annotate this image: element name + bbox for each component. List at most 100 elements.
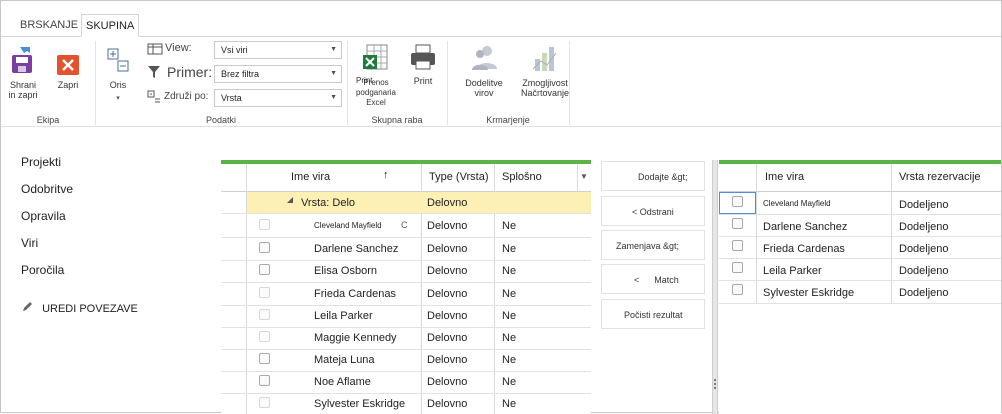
resource-type: Delovno [427,220,468,232]
row-divider [221,237,591,238]
printer-icon [411,44,435,70]
row-checkbox[interactable] [259,397,270,408]
remove-button-label: < Odstrani [632,207,674,217]
resource-general: Ne [502,243,517,255]
row-checkbox[interactable] [732,240,743,251]
row-divider [221,349,591,350]
column-header-general[interactable]: Splošno [502,171,542,183]
nav-item-projekti[interactable]: Projekti [21,155,61,169]
view-select-value: Vsi viri [221,45,248,55]
group-divider [447,41,448,125]
column-header-name[interactable]: Ime vira [291,171,330,183]
save-close-button[interactable]: Shrani in zapri [7,45,39,100]
column-header-name[interactable]: Ime vira [765,171,804,183]
clear-result-button[interactable]: Počisti rezultat [601,299,705,329]
print-button[interactable]: Print [405,43,441,86]
nav-item-odobritve[interactable]: Odobritve [21,182,73,196]
row-divider [221,282,591,283]
add-button[interactable]: Dodajte &gt; [601,161,705,191]
grid-accent-bar [719,160,1001,164]
close-label: Zapri [57,80,79,90]
excel-icon [363,44,388,70]
booking-type: Dodeljeno [899,199,949,211]
group-divider [95,41,96,125]
resource-general: Ne [502,288,517,300]
remove-button[interactable]: < Odstrani [601,196,705,226]
edit-links-link[interactable]: UREDI POVEZAVE [21,301,138,315]
row-checkbox[interactable] [259,375,270,386]
row-checkbox[interactable] [259,242,270,253]
close-button[interactable]: Zapri [53,45,83,90]
filter-select-value: Brez filtra [221,69,260,79]
row-divider [221,327,591,328]
row-divider [221,371,591,372]
resource-name: Frieda Cardenas [763,243,845,255]
tab-brskanje[interactable]: BRSKANJE [16,14,82,37]
collapse-triangle-icon[interactable]: ◢ [287,195,293,204]
row-divider [719,236,1001,237]
column-divider [756,164,757,304]
ribbon: Shrani in zapri Zapri Ekipa Oris ▾ View:… [1,37,1001,127]
view-label: View: [165,42,192,54]
resource-general: Ne [502,354,517,366]
row-divider [719,303,1001,304]
chevron-down-icon[interactable]: ▼ [580,172,588,181]
resource-type: Delovno [427,288,468,300]
row-checkbox[interactable] [259,219,270,230]
resource-name: Darlene Sanchez [314,243,399,255]
row-checkbox[interactable] [259,287,270,298]
resource-type: Delovno [427,265,468,277]
group-by-select[interactable]: Vrsta ▼ [214,89,342,107]
resource-name-overflow: C [401,220,408,230]
resource-assignments-button[interactable]: Dodelitve virov [461,43,507,98]
group-label-podatki: Podatki [205,115,237,125]
column-divider [577,164,578,191]
row-checkbox[interactable] [732,262,743,273]
grip-icon [714,379,716,389]
view-select[interactable]: Vsi viri ▼ [214,41,342,59]
row-checkbox[interactable] [259,309,270,320]
match-button[interactable]: < Match [601,264,705,294]
group-divider [569,41,570,125]
tab-skupina[interactable]: SKUPINA [81,14,140,37]
row-checkbox[interactable] [259,353,270,364]
people-icon [472,46,497,70]
booking-type: Dodeljeno [899,287,949,299]
resource-general: Ne [502,265,517,277]
edit-links-label: UREDI POVEZAVE [42,303,138,315]
capacity-planning-button[interactable]: Zmogljivost Načrtovanje [517,43,573,98]
outline-button[interactable]: Oris ▾ [101,45,135,104]
nav-item-viri[interactable]: Viri [21,236,38,250]
row-divider [221,260,591,261]
replace-button[interactable]: Zamenjava &gt; [601,230,705,260]
group-divider [347,41,348,125]
filter-select[interactable]: Brez filtra ▼ [214,65,342,83]
sort-ascending-icon[interactable]: ↑ [383,169,389,181]
clear-result-button-label: Počisti rezultat [624,310,683,320]
nav-item-porocila[interactable]: Poročila [21,263,64,277]
splitter-handle[interactable] [712,160,718,414]
group-label-ekipa: Ekipa [36,115,60,125]
available-resources-grid: Ime vira ↑ Type (Vrsta) Splošno ▼ ◢ Vrst… [221,160,591,414]
group-row[interactable] [247,192,591,213]
resource-name: Cleveland Mayfield [763,199,831,208]
column-header-booking-type[interactable]: Vrsta rezervacije [899,171,981,183]
filter-label: Primer: [167,64,213,80]
column-header-type[interactable]: Type (Vrsta) [429,171,489,183]
chevron-down-icon: ▾ [116,95,120,102]
row-checkbox[interactable] [259,264,270,275]
group-row-type: Delovno [427,197,468,209]
capacity-planning-label: Zmogljivost Načrtovanje [520,78,570,98]
chevron-down-icon: ▼ [330,94,337,101]
export-excel-button[interactable]: Prenos podganaria Excel Print [353,43,399,107]
row-checkbox[interactable] [732,196,743,207]
resource-name: Leila Parker [314,310,373,322]
row-checkbox[interactable] [259,331,270,342]
group-by-label: Združi po: [164,91,209,102]
resource-type: Delovno [427,332,468,344]
resource-type: Delovno [427,243,468,255]
row-checkbox[interactable] [732,284,743,295]
nav-item-opravila[interactable]: Opravila [21,209,66,223]
print-label: Print [413,76,433,86]
row-checkbox[interactable] [732,218,743,229]
